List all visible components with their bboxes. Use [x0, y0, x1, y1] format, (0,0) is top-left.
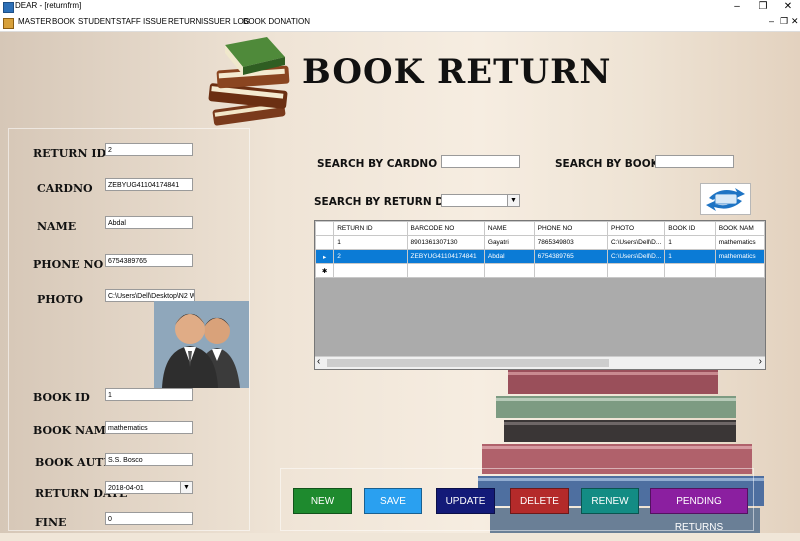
cell-photo[interactable]: C:\Users\Dell\D... [607, 249, 666, 264]
horizontal-scrollbar[interactable]: ‹ › [315, 356, 765, 369]
mdi-restore-button[interactable]: ❐ [780, 16, 788, 27]
form-icon [3, 18, 14, 29]
column-header-name[interactable]: NAME [483, 221, 535, 236]
minimize-button[interactable]: – [727, 0, 747, 15]
return-date-value: 2018-04-01 [108, 485, 144, 492]
window-titlebar: DEAR - [returnfrm] – ❐ ✕ [0, 0, 800, 15]
cell-book-name[interactable]: mathematics [714, 235, 765, 250]
column-header-phone-no[interactable]: PHONE NO [533, 221, 609, 236]
restore-button[interactable]: ❐ [753, 0, 773, 15]
cell-return-id[interactable]: 2 [333, 249, 408, 264]
new-cell[interactable] [333, 263, 408, 278]
cell-barcode-no[interactable]: ZEBYUG41104174841 [406, 249, 485, 264]
return-id-label: RETURN ID [33, 147, 107, 160]
chevron-down-icon[interactable]: ▼ [180, 482, 192, 493]
book-name-label: BOOK NAME [33, 424, 115, 437]
books-logo-icon [208, 37, 290, 126]
phone-field[interactable]: 6754389765 [105, 254, 193, 267]
cardno-field[interactable]: ZEBYUG41104174841 [105, 178, 193, 191]
phone-label: PHONE NO [33, 258, 104, 271]
fine-field[interactable]: 0 [105, 512, 193, 525]
cell-name[interactable]: Abdal [483, 249, 535, 264]
column-header-return-id[interactable]: RETURN ID [333, 221, 408, 236]
renew-button[interactable]: RENEW [581, 488, 639, 514]
book-id-field[interactable]: 1 [105, 388, 193, 401]
cell-barcode-no[interactable]: 8901361307130 [406, 235, 485, 250]
book-id-label: BOOK ID [33, 391, 90, 404]
book-author-field[interactable]: S.S. Bosco [105, 453, 193, 466]
name-label: NAME [37, 220, 77, 233]
mdi-minimize-button[interactable]: – [769, 16, 774, 26]
column-header-book-name[interactable]: BOOK NAM [714, 221, 765, 236]
refresh-button[interactable] [700, 183, 751, 215]
cell-book-name[interactable]: mathematics [714, 249, 765, 264]
column-header-barcode-no[interactable]: BARCODE NO [406, 221, 485, 236]
return-date-picker[interactable]: 2018-04-01 ▼ [105, 481, 193, 494]
cell-return-id[interactable]: 1 [333, 235, 408, 250]
scroll-left-icon[interactable]: ‹ [317, 356, 320, 367]
cell-name[interactable]: Gayatri [483, 235, 535, 250]
new-cell[interactable] [533, 263, 609, 278]
mdi-close-button[interactable]: ✕ [791, 16, 799, 27]
grid-header-row: RETURN ID BARCODE NO NAME PHONE NO PHOTO… [315, 221, 765, 236]
cell-photo[interactable]: C:\Users\Dell\D... [607, 235, 666, 250]
window-title: DEAR - [returnfrm] [15, 1, 82, 10]
new-button[interactable]: NEW [293, 488, 352, 514]
close-button[interactable]: ✕ [778, 0, 798, 15]
fine-label: FINE [35, 516, 67, 529]
new-row[interactable]: ✱ [315, 263, 765, 278]
app-icon [3, 2, 14, 13]
user-photo-image[interactable] [154, 301, 249, 388]
menu-item-staff[interactable]: STAFF [116, 17, 141, 26]
new-cell[interactable] [483, 263, 535, 278]
cell-book-id[interactable]: 1 [664, 235, 716, 250]
search-cardno-input[interactable] [441, 155, 520, 168]
photo-label: PHOTO [37, 293, 84, 306]
search-bookid-input[interactable] [655, 155, 734, 168]
new-cell[interactable] [714, 263, 765, 278]
new-row-marker-icon[interactable]: ✱ [315, 263, 335, 278]
new-cell[interactable] [406, 263, 485, 278]
row-header[interactable] [315, 235, 335, 250]
delete-button[interactable]: DELETE [510, 488, 569, 514]
cell-phone-no[interactable]: 7865349803 [533, 235, 609, 250]
update-button[interactable]: UPDATE [436, 488, 495, 514]
cell-phone-no[interactable]: 6754389765 [533, 249, 609, 264]
chevron-down-icon[interactable]: ▼ [507, 195, 519, 206]
new-cell[interactable] [607, 263, 666, 278]
grid-corner-cell[interactable] [315, 221, 335, 236]
menu-item-book-donation[interactable]: BOOK DONATION [243, 17, 310, 26]
save-button[interactable]: SAVE [364, 488, 422, 514]
menu-bar: MASTER BOOK STUDENT STAFF ISSUE RETURN I… [0, 15, 800, 32]
name-field[interactable]: Abdal [105, 216, 193, 229]
table-row[interactable]: 1 8901361307130 Gayatri 7865349803 C:\Us… [315, 235, 765, 250]
table-row[interactable]: ▸ 2 ZEBYUG41104174841 Abdal 6754389765 C… [315, 249, 765, 264]
menu-item-return[interactable]: RETURN [168, 17, 201, 26]
menu-item-book[interactable]: BOOK [52, 17, 75, 26]
menu-item-master[interactable]: MASTER [18, 17, 51, 26]
cardno-label: CARDNO [37, 182, 93, 195]
page-title: BOOK RETURN [302, 52, 612, 92]
scroll-right-icon[interactable]: › [759, 356, 762, 367]
return-id-field[interactable]: 2 [105, 143, 193, 156]
pending-returns-button[interactable]: PENDING RETURNS [650, 488, 748, 533]
menu-item-issue[interactable]: ISSUE [143, 17, 167, 26]
cell-book-id[interactable]: 1 [664, 249, 716, 264]
search-cardno-label: SEARCH BY CARDNO [317, 158, 438, 170]
new-cell[interactable] [664, 263, 716, 278]
current-row-marker-icon[interactable]: ▸ [315, 249, 335, 264]
column-header-photo[interactable]: PHOTO [607, 221, 666, 236]
scrollbar-thumb[interactable] [327, 359, 609, 367]
column-header-book-id[interactable]: BOOK ID [664, 221, 716, 236]
refresh-icon [706, 188, 745, 211]
menu-item-student[interactable]: STUDENT [78, 17, 116, 26]
search-return-date-combo[interactable]: ▼ [441, 194, 520, 207]
returns-grid[interactable]: RETURN ID BARCODE NO NAME PHONE NO PHOTO… [314, 220, 766, 370]
book-name-field[interactable]: mathematics [105, 421, 193, 434]
